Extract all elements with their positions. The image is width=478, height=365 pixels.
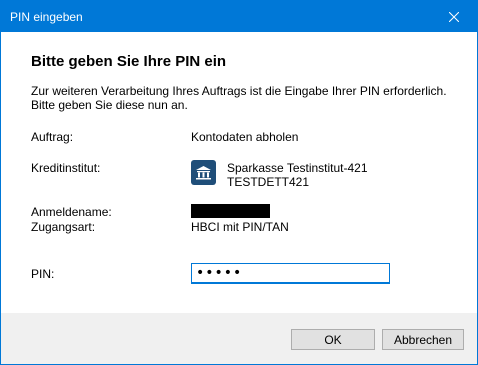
anmeldename-redacted bbox=[191, 204, 270, 218]
anmeldename-label: Anmeldename: bbox=[31, 205, 112, 219]
zugangsart-value: HBCI mit PIN/TAN bbox=[191, 220, 289, 234]
close-icon bbox=[449, 11, 459, 22]
info-text: Zur weiteren Verarbeitung Ihres Auftrags… bbox=[31, 84, 461, 112]
auftrag-label: Auftrag: bbox=[31, 130, 74, 144]
window-title: PIN eingeben bbox=[10, 10, 83, 24]
ok-button[interactable]: OK bbox=[291, 329, 375, 350]
bank-name: Sparkasse Testinstitut-421 bbox=[227, 161, 368, 175]
title-bar: PIN eingeben bbox=[1, 1, 477, 32]
dialog-content: Bitte geben Sie Ihre PIN ein Zur weitere… bbox=[1, 32, 477, 313]
bank-info: Sparkasse Testinstitut-421 TESTDETT421 bbox=[227, 161, 368, 189]
kreditinstitut-label: Kreditinstitut: bbox=[31, 161, 101, 175]
bank-code: TESTDETT421 bbox=[227, 175, 310, 189]
bank-building-icon bbox=[191, 160, 216, 185]
zugangsart-label: Zugangsart: bbox=[31, 220, 96, 234]
auftrag-value: Kontodaten abholen bbox=[191, 130, 299, 144]
button-bar: OK Abbrechen bbox=[1, 313, 477, 364]
dialog-heading: Bitte geben Sie Ihre PIN ein bbox=[31, 53, 227, 70]
info-line: Zur weiteren Verarbeitung Ihres Auftrags… bbox=[31, 84, 447, 98]
pin-dialog-window: PIN eingeben Bitte geben Sie Ihre PIN ei… bbox=[0, 0, 478, 365]
pin-label: PIN: bbox=[31, 267, 55, 281]
info-line: Bitte geben Sie diese nun an. bbox=[31, 98, 188, 112]
pin-input[interactable] bbox=[191, 263, 390, 284]
cancel-button[interactable]: Abbrechen bbox=[382, 329, 464, 350]
close-button[interactable] bbox=[431, 1, 477, 32]
